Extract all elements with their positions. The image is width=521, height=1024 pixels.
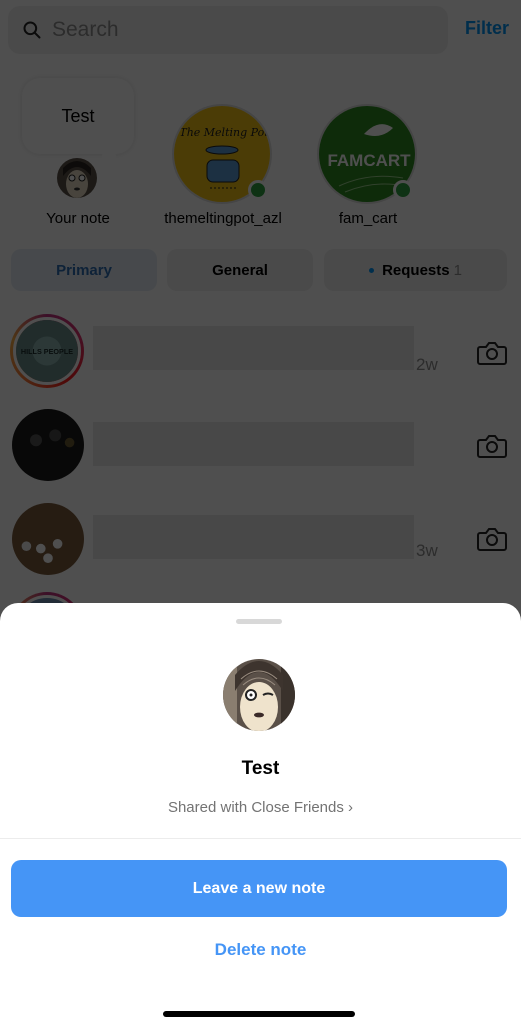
messages-screen: Search Filter Test Your note The Melting… [0, 0, 521, 1024]
note-options-sheet: Test Shared with Close Friends › Leave a… [0, 603, 521, 1024]
leave-new-note-button[interactable]: Leave a new note [11, 860, 507, 917]
button-label: Leave a new note [192, 879, 326, 897]
home-indicator[interactable] [163, 1011, 355, 1017]
profile-avatar [223, 659, 295, 731]
sheet-grabber[interactable] [236, 619, 282, 624]
note-text: Test [241, 758, 280, 779]
audience-link[interactable]: Shared with Close Friends › [0, 799, 521, 816]
delete-note-button[interactable]: Delete note [0, 940, 521, 960]
divider [0, 838, 521, 839]
